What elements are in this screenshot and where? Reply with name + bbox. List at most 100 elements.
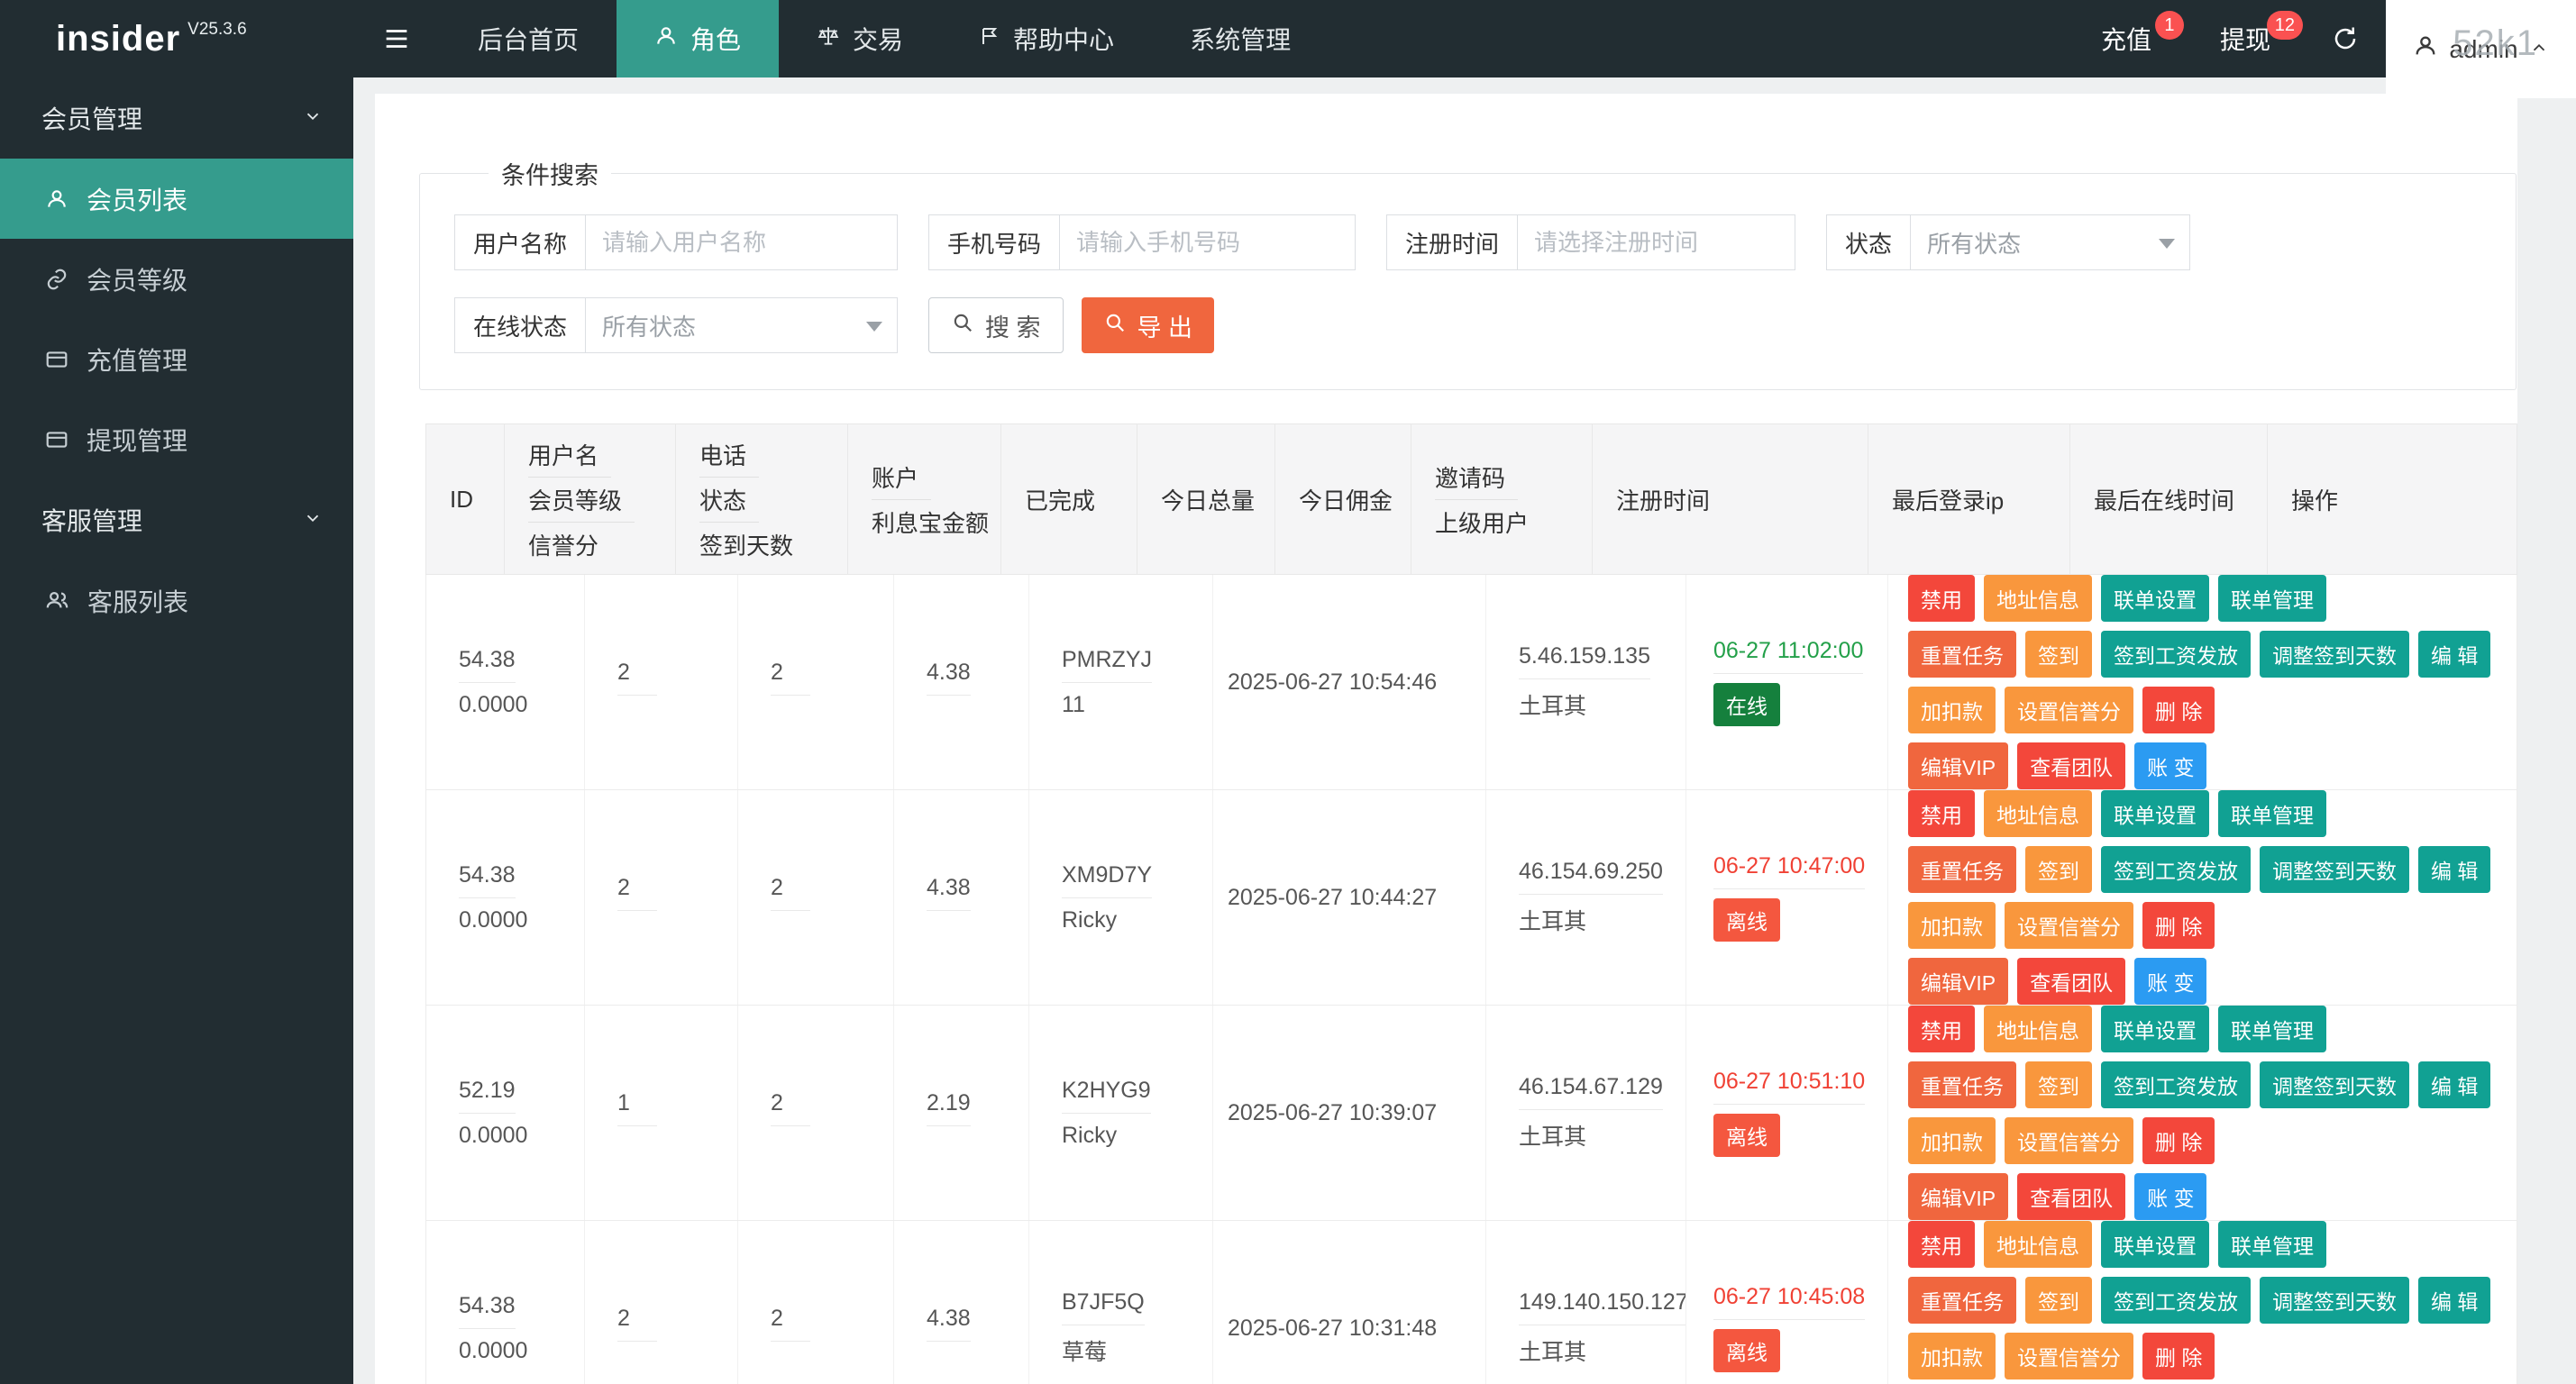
edit-button[interactable]: 编 辑 [2418, 1061, 2490, 1108]
adjust-sign-days-button[interactable]: 调整签到天数 [2260, 1277, 2409, 1324]
nav-item-trade[interactable]: 交易 [779, 0, 941, 77]
view-team-button[interactable]: 查看团队 [2017, 1173, 2125, 1220]
set-credit-button[interactable]: 设置信誉分 [2005, 1333, 2133, 1379]
address-info-button[interactable]: 地址信息 [1984, 1221, 2092, 1268]
cell-ip: 149.140.150.127 土耳其 [1485, 1221, 1685, 1384]
view-team-button[interactable]: 查看团队 [2017, 742, 2125, 789]
address-info-button[interactable]: 地址信息 [1984, 790, 2092, 837]
online-status-select[interactable]: 所有状态 [586, 297, 898, 353]
recharge-button[interactable]: 充值 1 [2067, 0, 2186, 77]
nav-item-help[interactable]: 帮助中心 [941, 0, 1152, 77]
cell-balance: 52.19 0.0000 [426, 1006, 584, 1220]
edit-button[interactable]: 编 辑 [2418, 1277, 2490, 1324]
search-button[interactable]: 搜 索 [928, 297, 1064, 353]
edit-button[interactable]: 编 辑 [2418, 631, 2490, 678]
edit-button[interactable]: 编 辑 [2418, 846, 2490, 893]
hamburger-icon[interactable] [353, 0, 440, 77]
disable-button[interactable]: 禁用 [1908, 1221, 1975, 1268]
disable-button[interactable]: 禁用 [1908, 1006, 1975, 1052]
logo-text: insider [56, 19, 180, 59]
sidebar-item-member-level[interactable]: 会员等级 [0, 239, 353, 319]
sidebar-item-label: 充值管理 [87, 341, 187, 378]
status-badge: 离线 [1713, 898, 1780, 942]
nav-item-home[interactable]: 后台首页 [440, 0, 617, 77]
set-credit-button[interactable]: 设置信誉分 [2005, 1117, 2133, 1164]
adjust-money-button[interactable]: 加扣款 [1908, 1333, 1996, 1379]
set-credit-button[interactable]: 设置信誉分 [2005, 902, 2133, 949]
order-manage-button[interactable]: 联单管理 [2218, 575, 2326, 622]
sign-in-button[interactable]: 签到 [2025, 1277, 2092, 1324]
sign-salary-button[interactable]: 签到工资发放 [2101, 846, 2251, 893]
reset-task-button[interactable]: 重置任务 [1908, 846, 2016, 893]
sidebar-item-member-list[interactable]: 会员列表 [0, 159, 353, 239]
disable-button[interactable]: 禁用 [1908, 790, 1975, 837]
order-set-button[interactable]: 联单设置 [2101, 1221, 2209, 1268]
address-info-button[interactable]: 地址信息 [1984, 575, 2092, 622]
adjust-sign-days-button[interactable]: 调整签到天数 [2260, 846, 2409, 893]
order-manage-button[interactable]: 联单管理 [2218, 790, 2326, 837]
order-set-button[interactable]: 联单设置 [2101, 575, 2209, 622]
reset-task-button[interactable]: 重置任务 [1908, 631, 2016, 678]
order-manage-button[interactable]: 联单管理 [2218, 1006, 2326, 1052]
header-reg-time: 注册时间 [1592, 424, 1868, 574]
cell-ip: 46.154.69.250 土耳其 [1485, 790, 1685, 1005]
nav-item-role[interactable]: 角色 [617, 0, 779, 77]
adjust-money-button[interactable]: 加扣款 [1908, 687, 1996, 733]
account-change-button[interactable]: 账 变 [2134, 1173, 2206, 1220]
sidebar-item-recharge-management[interactable]: 充值管理 [0, 319, 353, 399]
refresh-icon[interactable] [2305, 0, 2386, 77]
regtime-input[interactable] [1518, 214, 1795, 270]
status-select[interactable]: 所有状态 [1911, 214, 2190, 270]
username-input[interactable] [586, 214, 898, 270]
account-change-button[interactable]: 账 变 [2134, 742, 2206, 789]
account-change-button[interactable]: 账 变 [2134, 958, 2206, 1005]
adjust-money-button[interactable]: 加扣款 [1908, 902, 1996, 949]
sidebar-group-member-management[interactable]: 会员管理 [0, 77, 353, 159]
sign-in-button[interactable]: 签到 [2025, 631, 2092, 678]
header-completed: 已完成 [1000, 424, 1137, 574]
edit-vip-button[interactable]: 编辑VIP [1908, 958, 2008, 1005]
search-legend: 条件搜索 [489, 156, 611, 191]
adjust-sign-days-button[interactable]: 调整签到天数 [2260, 1061, 2409, 1108]
set-credit-button[interactable]: 设置信誉分 [2005, 687, 2133, 733]
sign-in-button[interactable]: 签到 [2025, 846, 2092, 893]
phone-field-group: 手机号码 [928, 214, 1356, 270]
phone-input[interactable] [1060, 214, 1356, 270]
order-manage-button[interactable]: 联单管理 [2218, 1221, 2326, 1268]
withdraw-button[interactable]: 提现 12 [2186, 0, 2305, 77]
delete-button[interactable]: 删 除 [2142, 687, 2215, 733]
nav-item-system[interactable]: 系统管理 [1152, 0, 1329, 77]
sidebar-item-withdraw-management[interactable]: 提现管理 [0, 399, 353, 479]
reset-task-button[interactable]: 重置任务 [1908, 1277, 2016, 1324]
withdraw-badge: 12 [2267, 11, 2303, 40]
sign-salary-button[interactable]: 签到工资发放 [2101, 1061, 2251, 1108]
nav-item-label: 系统管理 [1190, 21, 1291, 57]
sign-in-button[interactable]: 签到 [2025, 1061, 2092, 1108]
edit-vip-button[interactable]: 编辑VIP [1908, 742, 2008, 789]
order-set-button[interactable]: 联单设置 [2101, 1006, 2209, 1052]
sign-salary-button[interactable]: 签到工资发放 [2101, 631, 2251, 678]
sidebar-group-service-management[interactable]: 客服管理 [0, 479, 353, 560]
action-line: 重置任务 签到 签到工资发放 调整签到天数 编 辑 [1908, 1277, 2490, 1324]
header-id: ID [426, 424, 504, 574]
view-team-button[interactable]: 查看团队 [2017, 958, 2125, 1005]
address-info-button[interactable]: 地址信息 [1984, 1006, 2092, 1052]
disable-button[interactable]: 禁用 [1908, 575, 1975, 622]
table-row: 54.38 0.0000 2 2 4.38 XM9D7Y Ricky 2025-… [426, 790, 2517, 1006]
cell-actions: 禁用 地址信息 联单设置 联单管理 重置任务 签到 签到工资发放 调整签到天数 … [1887, 1221, 2518, 1384]
edit-vip-button[interactable]: 编辑VIP [1908, 1173, 2008, 1220]
adjust-sign-days-button[interactable]: 调整签到天数 [2260, 631, 2409, 678]
nav-item-label: 角色 [690, 21, 741, 57]
cell-level: 1 [584, 1006, 737, 1220]
nav-item-label: 后台首页 [478, 21, 579, 57]
export-button[interactable]: 导 出 [1082, 297, 1215, 353]
sign-salary-button[interactable]: 签到工资发放 [2101, 1277, 2251, 1324]
delete-button[interactable]: 删 除 [2142, 1117, 2215, 1164]
delete-button[interactable]: 删 除 [2142, 902, 2215, 949]
order-set-button[interactable]: 联单设置 [2101, 790, 2209, 837]
reset-task-button[interactable]: 重置任务 [1908, 1061, 2016, 1108]
action-line: 重置任务 签到 签到工资发放 调整签到天数 编 辑 [1908, 631, 2490, 678]
adjust-money-button[interactable]: 加扣款 [1908, 1117, 1996, 1164]
delete-button[interactable]: 删 除 [2142, 1333, 2215, 1379]
sidebar-item-service-list[interactable]: 客服列表 [0, 560, 353, 641]
